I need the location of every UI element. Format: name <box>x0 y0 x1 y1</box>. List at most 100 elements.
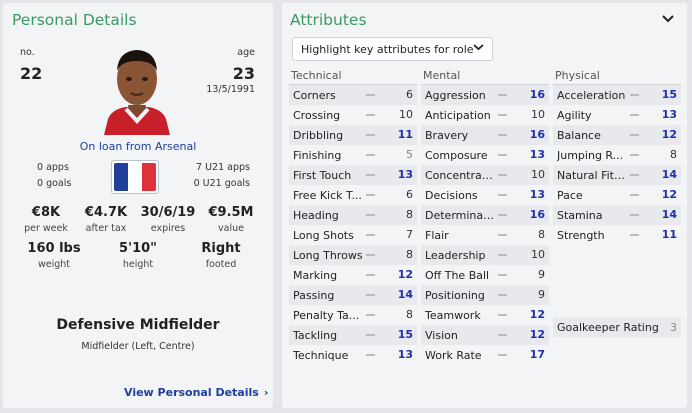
attribute-trend-dash-icon <box>630 234 639 236</box>
attribute-trend-dash-icon <box>498 134 507 136</box>
attribute-value: 6 <box>406 88 413 101</box>
attribute-row[interactable]: Off The Ball 9 <box>421 265 549 285</box>
attribute-row[interactable]: Corners 6 <box>289 85 417 105</box>
weight-label: weight <box>37 259 71 270</box>
attribute-row[interactable]: Decisions 13 <box>421 185 549 205</box>
attribute-trend-dash-icon <box>366 134 375 136</box>
foot-value: Right <box>201 241 241 256</box>
column-heading: Physical <box>553 69 681 85</box>
attribute-name: Composure <box>425 148 488 162</box>
attribute-value: 8 <box>406 208 413 221</box>
attribute-value: 8 <box>406 248 413 261</box>
attribute-name: Aggression <box>425 88 486 102</box>
attribute-value: 12 <box>397 268 413 281</box>
u21-goals-count: 0 U21 goals <box>193 178 250 189</box>
attribute-row[interactable]: Stamina 14 <box>553 205 681 225</box>
attribute-value: 12 <box>661 128 677 141</box>
attribute-row[interactable]: Finishing 5 <box>289 145 417 165</box>
attribute-name: Crossing <box>293 108 341 122</box>
attribute-row[interactable]: Free Kick T... 6 <box>289 185 417 205</box>
attribute-row[interactable]: Leadership 10 <box>421 245 549 265</box>
attribute-name: Finishing <box>293 148 342 162</box>
attribute-value: 10 <box>399 108 413 121</box>
attribute-row[interactable]: Acceleration 15 <box>553 85 681 105</box>
attribute-row[interactable]: Strength 11 <box>553 225 681 245</box>
attribute-name: Off The Ball <box>425 268 490 282</box>
attribute-value: 13 <box>397 168 413 181</box>
view-personal-details-link[interactable]: View Personal Details › <box>124 381 268 400</box>
attribute-trend-dash-icon <box>498 294 507 296</box>
attribute-row[interactable]: Composure 13 <box>421 145 549 165</box>
nationality-flag-icon[interactable] <box>111 160 159 194</box>
attribute-trend-dash-icon <box>498 114 507 116</box>
attribute-row[interactable]: Tackling 15 <box>289 325 417 345</box>
highlight-attributes-dropdown[interactable]: Highlight key attributes for role <box>292 37 493 61</box>
attribute-row[interactable]: First Touch 13 <box>289 165 417 185</box>
personal-details-title: Personal Details <box>12 11 137 29</box>
attribute-row[interactable]: Long Shots 7 <box>289 225 417 245</box>
attribute-row[interactable]: Natural Fitn... 14 <box>553 165 681 185</box>
attribute-row[interactable]: Technique 13 <box>289 345 417 365</box>
attribute-trend-dash-icon <box>498 214 507 216</box>
attribute-value: 11 <box>397 128 413 141</box>
attribute-name: Corners <box>293 88 336 102</box>
dropdown-selected-value: Highlight key attributes for role <box>301 43 474 56</box>
attributes-title: Attributes <box>290 11 367 29</box>
wage-label: per week <box>24 223 68 234</box>
flag-stripe-red <box>142 163 156 191</box>
attribute-row[interactable]: Passing 14 <box>289 285 417 305</box>
attribute-row[interactable]: Bravery 16 <box>421 125 549 145</box>
attribute-row[interactable]: Pace 12 <box>553 185 681 205</box>
attribute-row[interactable]: Heading 8 <box>289 205 417 225</box>
attribute-row[interactable]: Vision 12 <box>421 325 549 345</box>
attribute-row[interactable]: Positioning 9 <box>421 285 549 305</box>
panel-menu-chevron-icon[interactable] <box>661 10 675 23</box>
attribute-name: Anticipation <box>425 108 491 122</box>
chevron-down-icon <box>473 42 484 55</box>
player-role: Defensive Midfielder <box>56 317 220 333</box>
attribute-row[interactable]: Crossing 10 <box>289 105 417 125</box>
attribute-row[interactable]: Determinat... 16 <box>421 205 549 225</box>
attribute-value: 9 <box>538 288 545 301</box>
attribute-row[interactable]: Flair 8 <box>421 225 549 245</box>
goalkeeper-rating-row[interactable]: Goalkeeper Rating 3 <box>553 317 681 337</box>
attribute-row[interactable]: Jumping R... 8 <box>553 145 681 165</box>
attribute-value: 13 <box>529 148 545 161</box>
attribute-trend-dash-icon <box>498 194 507 196</box>
attribute-trend-dash-icon <box>366 194 375 196</box>
attribute-row[interactable]: Anticipation 10 <box>421 105 549 125</box>
u21-apps-count: 7 U21 apps <box>196 162 250 173</box>
attribute-name: Long Shots <box>293 228 354 242</box>
attribute-row[interactable]: Marking 12 <box>289 265 417 285</box>
attribute-trend-dash-icon <box>366 174 375 176</box>
attribute-value: 5 <box>406 148 413 161</box>
contract-expires-label: expires <box>150 223 186 234</box>
attribute-row[interactable]: Concentrati... 10 <box>421 165 549 185</box>
age-value: 23 <box>232 64 255 83</box>
attribute-trend-dash-icon <box>498 314 507 316</box>
attribute-row[interactable]: Dribbling 11 <box>289 125 417 145</box>
attribute-value: 9 <box>538 268 545 281</box>
attribute-value: 7 <box>406 228 413 241</box>
loan-status-link[interactable]: On loan from Arsenal <box>3 140 273 153</box>
attribute-name: Pace <box>557 188 583 202</box>
apps-count: 0 apps <box>37 162 69 173</box>
attribute-row[interactable]: Balance 12 <box>553 125 681 145</box>
attribute-name: Vision <box>425 328 458 342</box>
attribute-value: 6 <box>406 188 413 201</box>
attribute-row[interactable]: Work Rate 17 <box>421 345 549 365</box>
attribute-trend-dash-icon <box>498 334 507 336</box>
attribute-name: Technique <box>293 348 349 362</box>
attribute-row[interactable]: Long Throws 8 <box>289 245 417 265</box>
attribute-row[interactable]: Aggression 16 <box>421 85 549 105</box>
attribute-row[interactable]: Agility 13 <box>553 105 681 125</box>
attribute-row[interactable]: Penalty Ta... 8 <box>289 305 417 325</box>
height-label: height <box>122 259 154 270</box>
attribute-row[interactable]: Teamwork 12 <box>421 305 549 325</box>
attribute-value: 11 <box>661 228 677 241</box>
attribute-trend-dash-icon <box>366 214 375 216</box>
goals-count: 0 goals <box>37 178 72 189</box>
attributes-panel: Attributes Highlight key attributes for … <box>282 3 687 408</box>
attribute-value: 13 <box>661 108 677 121</box>
attribute-trend-dash-icon <box>366 354 375 356</box>
